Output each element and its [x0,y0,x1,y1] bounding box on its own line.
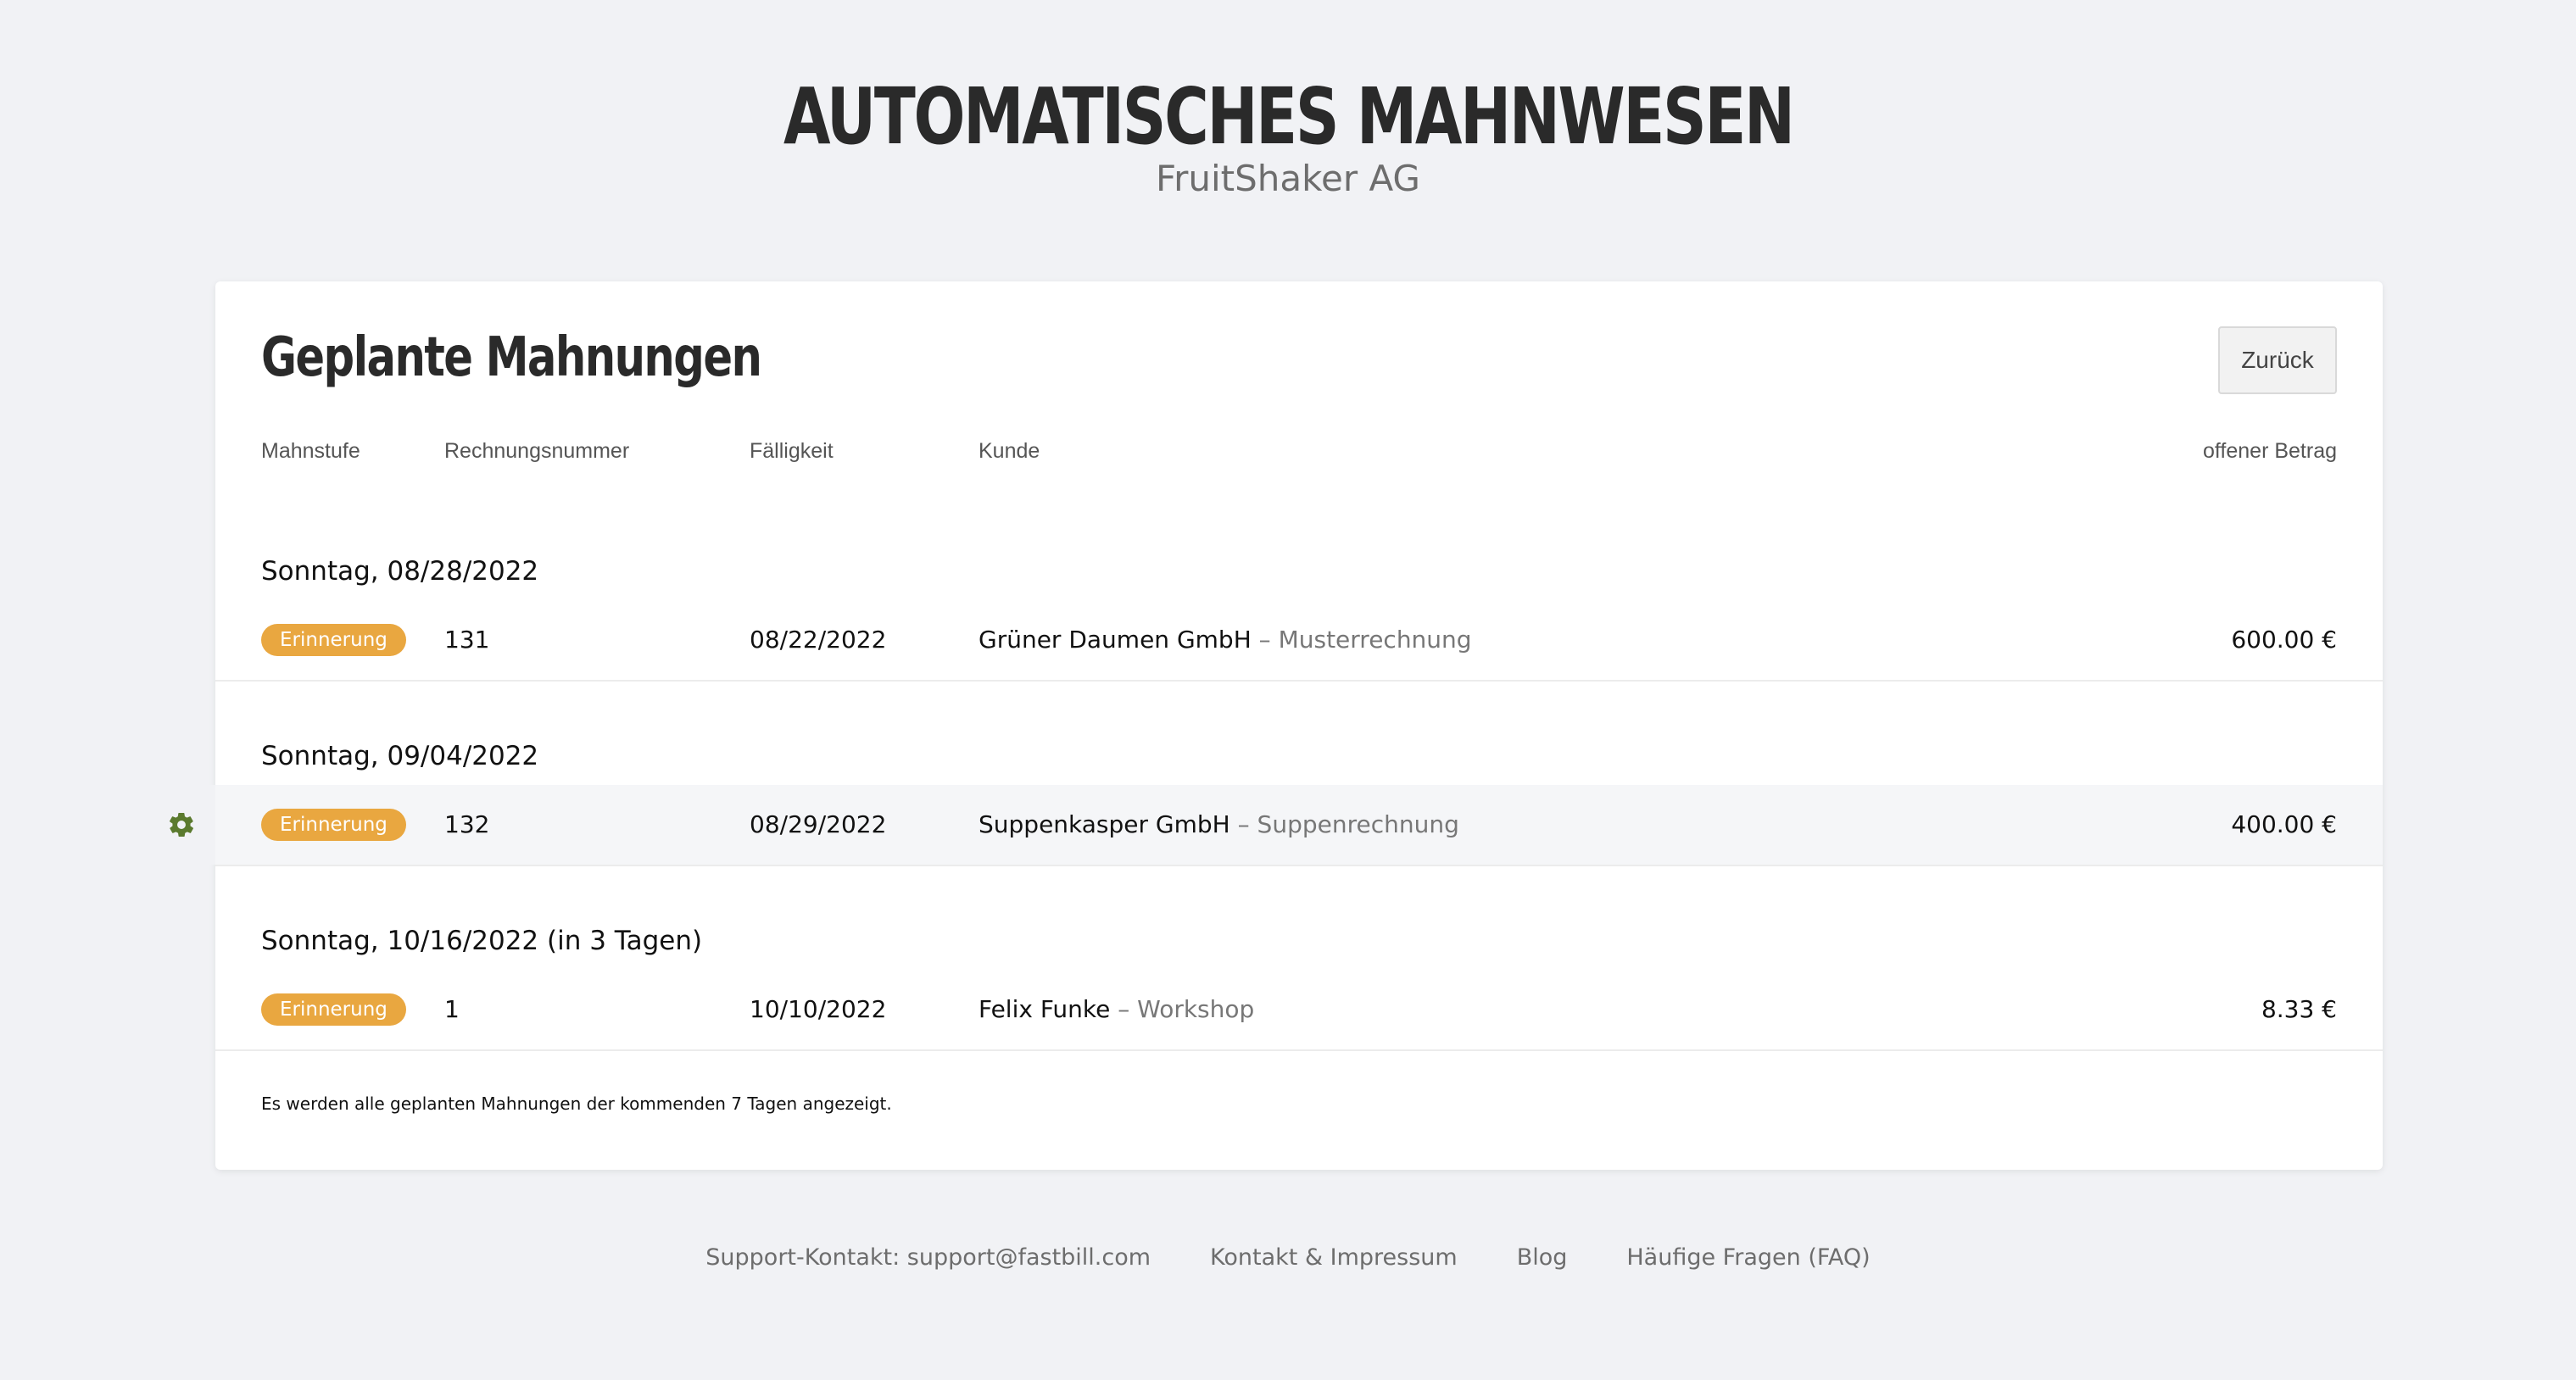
open-amount: 400.00 € [2231,810,2337,838]
invoice-number: 132 [444,810,490,838]
due-date: 08/22/2022 [750,626,887,654]
open-amount: 8.33 € [2261,995,2337,1023]
blog-link[interactable]: Blog [1517,1243,1568,1273]
gear-icon [170,812,193,837]
customer-cell: Felix Funke – Workshop [979,993,1254,1026]
info-note: Es werden alle geplanten Mahnungen der k… [261,1093,892,1114]
column-header-due-date: Fälligkeit [750,439,834,463]
invoice-description: Musterrechnung [1278,626,1472,654]
customer-separator: – [1251,626,1279,654]
table-row[interactable]: Erinnerung 132 08/29/2022 Suppenkasper G… [148,785,2383,866]
dunning-level-badge: Erinnerung [261,993,406,1026]
back-button[interactable]: Zurück [2218,326,2337,394]
column-header-invoice-number: Rechnungsnummer [444,439,630,463]
customer-separator: – [1229,810,1257,838]
dunning-level-badge: Erinnerung [261,624,406,656]
scheduled-reminders-card: Geplante Mahnungen Zurück Mahnstufe Rech… [148,281,2383,1170]
page-footer: Support-Kontakt: support@fastbill.com Ko… [0,1243,2576,1273]
customer-cell: Grüner Daumen GmbH – Musterrechnung [979,624,1472,656]
due-date: 10/10/2022 [750,995,887,1023]
column-header-dunning-level: Mahnstufe [261,439,360,463]
invoice-number: 1 [444,995,460,1023]
app-title: AUTOMATISCHES MAHNWESEN [783,71,1795,162]
imprint-link[interactable]: Kontakt & Impressum [1210,1243,1458,1273]
card-title: Geplante Mahnungen [261,326,762,389]
page: AUTOMATISCHES MAHNWESEN FruitShaker AG G… [0,0,2576,1380]
column-header-customer: Kunde [979,439,1040,463]
open-amount: 600.00 € [2231,626,2337,654]
dunning-level-badge: Erinnerung [261,809,406,841]
invoice-description: Suppenrechnung [1257,810,1459,838]
group-date: Sonntag, 09/04/2022 [261,741,539,771]
customer-cell: Suppenkasper GmbH – Suppenrechnung [979,809,1459,841]
customer-name: Suppenkasper GmbH [979,810,1230,838]
invoice-number: 131 [444,626,490,654]
invoice-description: Workshop [1137,995,1255,1023]
customer-name: Felix Funke [979,995,1111,1023]
group-date: Sonntag, 10/16/2022 (in 3 Tagen) [261,926,703,956]
table-row[interactable]: Erinnerung 1 10/10/2022 Felix Funke – Wo… [215,970,2383,1051]
customer-separator: – [1110,995,1138,1023]
customer-name: Grüner Daumen GmbH [979,626,1252,654]
due-date: 08/29/2022 [750,810,887,838]
column-header-open-amount: offener Betrag [2203,439,2337,463]
row-settings-button[interactable] [148,785,215,865]
table-row[interactable]: Erinnerung 131 08/22/2022 Grüner Daumen … [215,600,2383,682]
support-contact-link[interactable]: Support-Kontakt: support@fastbill.com [705,1243,1151,1273]
group-date: Sonntag, 08/28/2022 [261,556,539,587]
page-header: AUTOMATISCHES MAHNWESEN FruitShaker AG [0,66,2576,202]
faq-link[interactable]: Häufige Fragen (FAQ) [1626,1243,1870,1273]
